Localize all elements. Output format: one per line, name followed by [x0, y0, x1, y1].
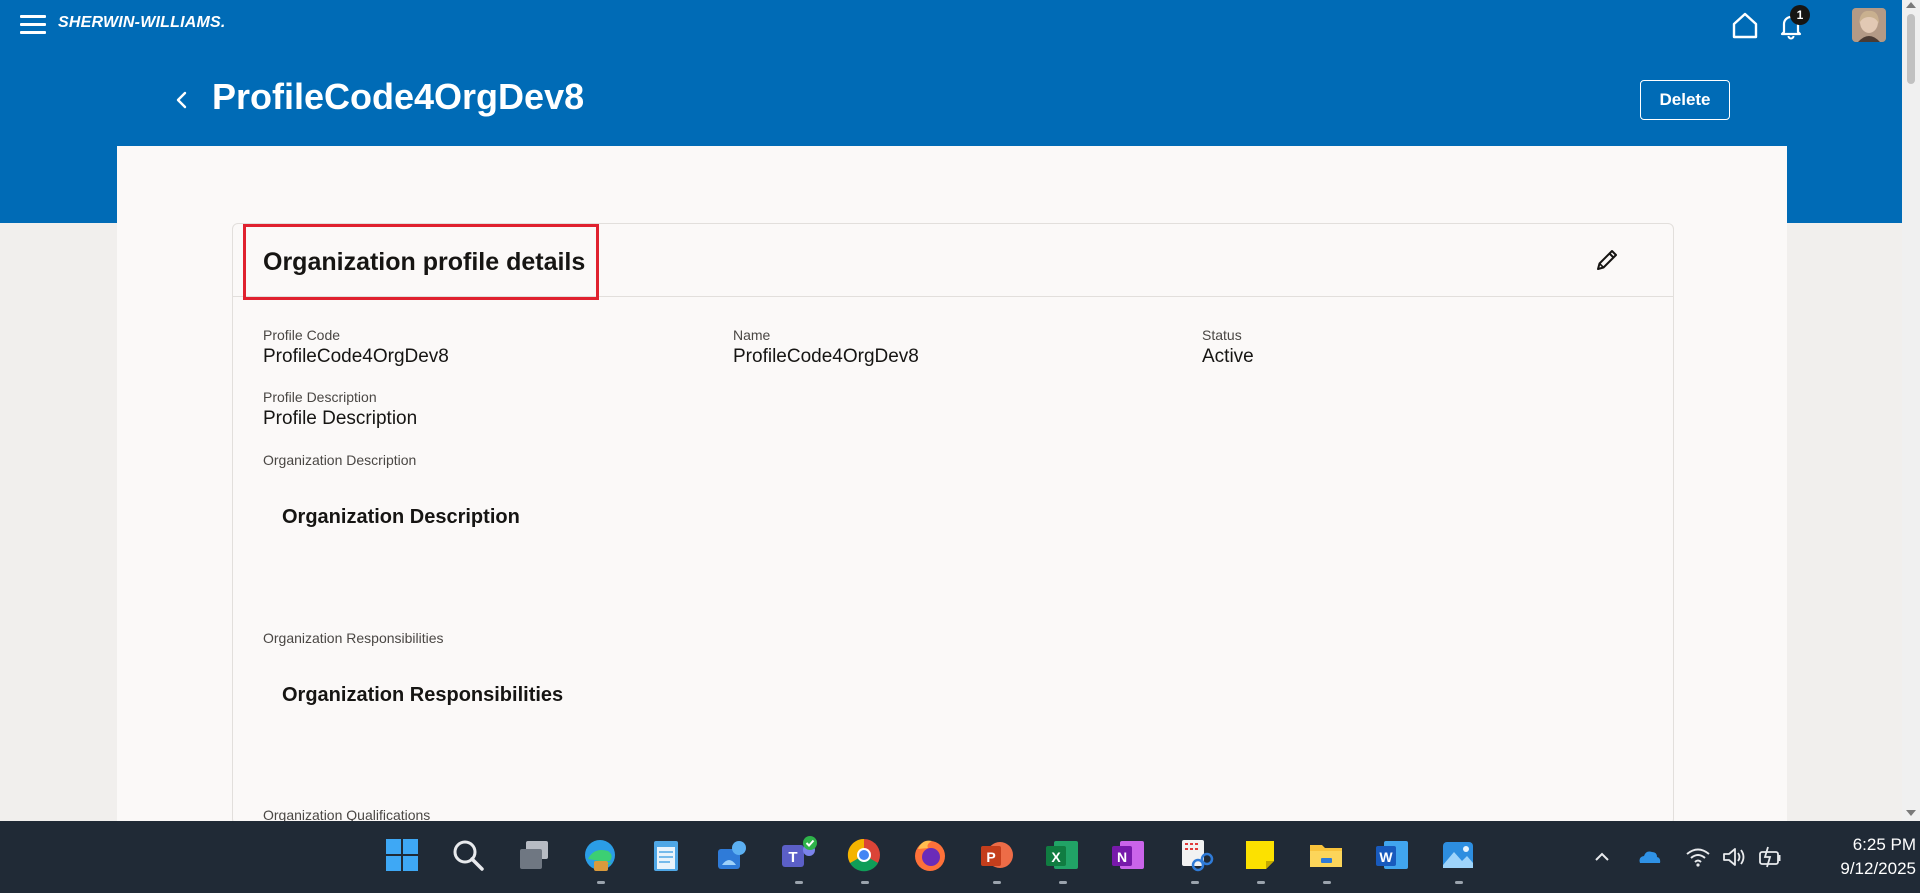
scroll-up-arrow[interactable]: [1906, 2, 1916, 8]
snipping-tool-running-indicator: [1191, 881, 1199, 884]
svg-text:W: W: [1379, 849, 1393, 865]
edge-icon[interactable]: [580, 835, 620, 884]
photos-icon[interactable]: [1438, 835, 1478, 884]
organization-responsibilities-label: Organization Responsibilities: [263, 630, 444, 646]
sticky-notes-icon[interactable]: [1240, 835, 1280, 884]
back-button[interactable]: [168, 84, 196, 116]
search-icon[interactable]: [448, 835, 488, 875]
organization-responsibilities-value: Organization Responsibilities: [282, 684, 564, 706]
status-label: Status: [1202, 327, 1242, 343]
avatar[interactable]: [1852, 8, 1886, 42]
snipping-tool-icon[interactable]: [1174, 835, 1214, 884]
svg-text:T: T: [788, 849, 797, 866]
teams-running-indicator: [795, 881, 803, 884]
onenote-icon[interactable]: N: [1108, 835, 1148, 875]
scroll-down-arrow[interactable]: [1906, 810, 1916, 816]
teams-icon[interactable]: T: [778, 835, 818, 884]
profile-code-label: Profile Code: [263, 327, 341, 343]
powerpoint-running-indicator: [993, 881, 1001, 884]
svg-text:P: P: [986, 849, 995, 865]
chrome-icon[interactable]: [844, 835, 884, 884]
file-explorer-icon[interactable]: [1306, 835, 1346, 884]
word-icon[interactable]: W: [1372, 835, 1412, 875]
page-title: ProfileCode4OrgDev8: [212, 76, 585, 117]
excel-running-indicator: [1059, 881, 1067, 884]
wifi-icon[interactable]: [1684, 843, 1712, 871]
card-header: Organization profile details: [233, 224, 1673, 300]
profile-details-card: Organization profile details Profile Cod…: [232, 223, 1674, 825]
profile-description-label: Profile Description: [263, 389, 377, 405]
scroll-thumb[interactable]: [1907, 14, 1915, 84]
windows-taskbar: T P X N W 6:25 PM 9/12/2025: [0, 821, 1920, 893]
name-value: ProfileCode4OrgDev8: [733, 346, 919, 367]
edge-running-indicator: [597, 881, 605, 884]
sticky-notes-running-indicator: [1257, 881, 1265, 884]
profile-description-value: Profile Description: [263, 408, 418, 429]
windows-start-icon[interactable]: [382, 835, 422, 875]
excel-icon[interactable]: X: [1042, 835, 1082, 884]
notepad-icon[interactable]: [646, 835, 686, 875]
file-explorer-running-indicator: [1323, 881, 1331, 884]
people-icon[interactable]: [712, 835, 752, 875]
notification-badge: 1: [1790, 5, 1810, 25]
onedrive-icon[interactable]: [1635, 843, 1663, 871]
powerpoint-icon[interactable]: P: [976, 835, 1016, 884]
status-value: Active: [1202, 346, 1254, 367]
name-label: Name: [733, 327, 771, 343]
svg-text:N: N: [1117, 849, 1127, 865]
clock-date: 9/12/2025: [1840, 859, 1916, 878]
photos-running-indicator: [1455, 881, 1463, 884]
organization-description-label: Organization Description: [263, 452, 417, 468]
chrome-running-indicator: [861, 881, 869, 884]
brand-logo[interactable]: SHERWIN-WILLIAMS.: [58, 14, 226, 32]
clock-time: 6:25 PM: [1852, 835, 1916, 854]
task-view-icon[interactable]: [514, 835, 554, 875]
organization-description-value: Organization Description: [282, 506, 520, 528]
menu-icon[interactable]: [20, 15, 46, 35]
page-scrollbar[interactable]: [1902, 0, 1920, 821]
battery-charging-icon[interactable]: [1756, 843, 1784, 871]
card-title: Organization profile details: [263, 248, 586, 276]
svg-text:X: X: [1051, 849, 1061, 865]
delete-button[interactable]: Delete: [1640, 80, 1730, 120]
profile-code-value: ProfileCode4OrgDev8: [263, 346, 449, 367]
chevron-up-icon[interactable]: [1588, 843, 1616, 871]
firefox-icon[interactable]: [910, 835, 950, 875]
volume-icon[interactable]: [1720, 843, 1748, 871]
edit-icon[interactable]: [1591, 244, 1623, 276]
home-icon[interactable]: [1730, 10, 1760, 40]
system-clock[interactable]: 6:25 PM 9/12/2025: [1796, 833, 1916, 881]
